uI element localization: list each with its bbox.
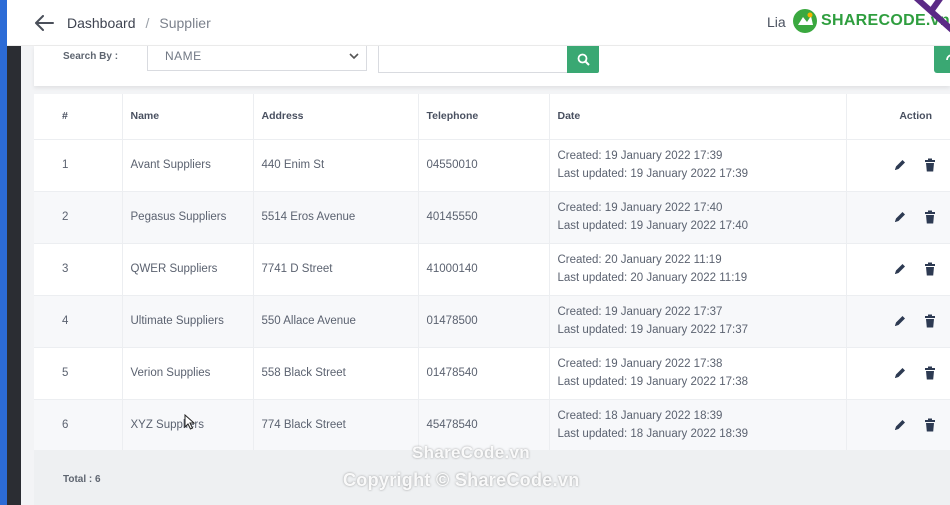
table-header-row: # Name Address Telephone Date Action (34, 94, 950, 140)
back-arrow-icon[interactable] (31, 10, 57, 36)
created-date: Created: 19 January 2022 17:37 (557, 306, 723, 318)
edit-icon[interactable] (892, 261, 908, 277)
delete-icon[interactable] (922, 313, 938, 329)
created-date: Created: 20 January 2022 11:19 (557, 254, 722, 266)
breadcrumb-current: Supplier (159, 14, 211, 31)
row-number: 3 (34, 243, 123, 296)
search-bar: Search By : NAME (34, 46, 950, 86)
row-number: 1 (34, 139, 123, 192)
updated-date: Last updated: 18 January 2022 18:39 (557, 428, 749, 440)
row-actions (846, 347, 950, 400)
row-number: 6 (34, 399, 123, 452)
chevron-down-icon (349, 53, 359, 60)
refresh-icon (946, 54, 950, 60)
supplier-telephone: 01478500 (418, 295, 550, 348)
updated-date: Last updated: 19 January 2022 17:39 (557, 168, 749, 180)
created-date: Created: 19 January 2022 17:39 (557, 150, 723, 162)
delete-icon[interactable] (922, 261, 938, 277)
user-name-partial[interactable]: Lia (767, 14, 786, 30)
column-header-address[interactable]: Address (253, 94, 419, 140)
supplier-telephone: 04550010 (418, 139, 550, 192)
supplier-dates: Created: 19 January 2022 17:40 Last updat… (549, 191, 847, 244)
supplier-name: QWER Suppliers (122, 243, 254, 296)
updated-date: Last updated: 20 January 2022 11:19 (557, 272, 748, 284)
column-header-telephone[interactable]: Telephone (418, 94, 550, 140)
row-actions (846, 243, 950, 296)
delete-icon[interactable] (922, 157, 938, 173)
search-button[interactable] (567, 46, 599, 73)
search-by-label: Search By : (63, 51, 119, 62)
corner-cross-icon (913, 0, 950, 33)
row-number: 2 (34, 191, 123, 244)
column-header-date[interactable]: Date (549, 94, 847, 140)
supplier-dates: Created: 19 January 2022 17:38 Last updat… (549, 347, 847, 400)
search-input[interactable] (378, 46, 570, 73)
breadcrumb-dashboard-link[interactable]: Dashboard (67, 15, 136, 31)
supplier-telephone: 40145550 (418, 191, 550, 244)
updated-date: Last updated: 19 January 2022 17:40 (557, 220, 749, 232)
updated-date: Last updated: 19 January 2022 17:37 (557, 324, 749, 336)
search-field-value: NAME (165, 49, 202, 63)
supplier-dates: Created: 19 January 2022 17:39 Last updat… (549, 139, 847, 192)
supplier-address: 774 Black Street (253, 399, 419, 452)
row-actions (846, 399, 950, 452)
watermark-text: ShareCode.vn (412, 443, 530, 462)
search-field-select[interactable]: NAME (147, 46, 367, 71)
table-row: 4 Ultimate Suppliers 550 Allace Avenue 0147… (34, 295, 950, 348)
created-date: Created: 19 January 2022 17:38 (557, 358, 723, 370)
row-actions (846, 139, 950, 192)
table-row: 1 Avant Suppliers 440 Enim St 04550010 Creat… (34, 139, 950, 192)
refresh-button[interactable] (934, 46, 950, 73)
supplier-address: 550 Allace Avenue (253, 295, 419, 348)
created-date: Created: 19 January 2022 17:40 (557, 202, 723, 214)
edit-icon[interactable] (892, 209, 908, 225)
search-icon (577, 53, 590, 66)
main-content: Search By : NAME # Name Address Telephon… (21, 46, 950, 505)
supplier-name: Pegasus Suppliers (122, 191, 254, 244)
supplier-telephone: 41000140 (418, 243, 550, 296)
column-header-name[interactable]: Name (122, 94, 254, 140)
edit-icon[interactable] (892, 157, 908, 173)
edit-icon[interactable] (892, 417, 908, 433)
column-header-action: Action (846, 94, 950, 140)
delete-icon[interactable] (922, 365, 938, 381)
breadcrumb: Dashboard / Supplier (57, 15, 211, 31)
row-actions (846, 295, 950, 348)
row-number: 5 (34, 347, 123, 400)
supplier-telephone: 01478540 (418, 347, 550, 400)
table-row: 2 Pegasus Suppliers 5514 Eros Avenue 401455… (34, 191, 950, 244)
table-row: 3 QWER Suppliers 7741 D Street 41000140 Crea… (34, 243, 950, 296)
mouse-cursor-icon (184, 414, 196, 430)
supplier-address: 558 Black Street (253, 347, 419, 400)
supplier-dates: Created: 19 January 2022 17:37 Last updat… (549, 295, 847, 348)
supplier-table: # Name Address Telephone Date Action 1 Av… (34, 94, 950, 452)
delete-icon[interactable] (922, 417, 938, 433)
supplier-dates: Created: 20 January 2022 11:19 Last updat… (549, 243, 847, 296)
created-date: Created: 18 January 2022 18:39 (557, 410, 723, 422)
supplier-dates: Created: 18 January 2022 18:39 Last updat… (549, 399, 847, 452)
supplier-address: 5514 Eros Avenue (253, 191, 419, 244)
supplier-name: Ultimate Suppliers (122, 295, 254, 348)
supplier-name: Avant Suppliers (122, 139, 254, 192)
supplier-address: 7741 D Street (253, 243, 419, 296)
breadcrumb-separator: / (145, 14, 150, 31)
row-number: 4 (34, 295, 123, 348)
column-header-number[interactable]: # (34, 94, 123, 140)
edit-icon[interactable] (892, 313, 908, 329)
delete-icon[interactable] (922, 209, 938, 225)
supplier-name: Verion Supplies (122, 347, 254, 400)
table-row: 5 Verion Supplies 558 Black Street 01478540… (34, 347, 950, 400)
total-count: Total : 6 (63, 474, 101, 485)
updated-date: Last updated: 19 January 2022 17:38 (557, 376, 749, 388)
row-actions (846, 191, 950, 244)
sidebar-edge (0, 0, 21, 505)
watermark-copyright: Copyright © ShareCode.vn (343, 470, 580, 490)
sharecode-logo-icon (793, 9, 817, 33)
supplier-address: 440 Enim St (253, 139, 419, 192)
edit-icon[interactable] (892, 365, 908, 381)
